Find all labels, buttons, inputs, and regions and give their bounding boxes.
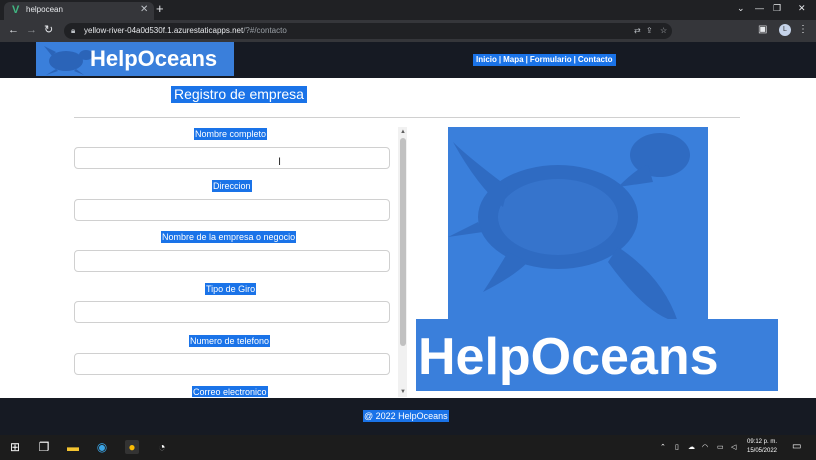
notifications-icon[interactable]: ▭ [792,441,801,452]
scroll-up-arrow-icon[interactable]: ▲ [400,129,406,135]
business-type-input[interactable] [74,301,390,323]
windows-start-icon[interactable]: ⊞ [8,440,22,454]
chrome-browser-icon[interactable]: ● [125,440,139,454]
divider [74,117,740,118]
nav-separator: | [573,55,576,64]
menu-kebab-icon[interactable]: ⋮ [798,24,808,36]
file-explorer-icon[interactable]: ▬ [66,440,80,454]
nav-link-inicio[interactable]: Inicio [476,55,497,64]
scroll-thumb[interactable] [400,138,406,346]
translate-icon[interactable]: ⇄ [634,26,641,35]
label-business-type: Tipo de Giro [205,283,257,295]
close-tab-icon[interactable]: ✕ [140,4,148,15]
clock-time: 09:12 p. m. [746,439,778,445]
bookmark-star-icon[interactable]: ☆ [660,26,667,35]
address-input[interactable] [74,199,390,221]
app-icon[interactable]: ◔ [155,440,169,454]
close-window-button[interactable]: ✕ [798,3,806,14]
top-nav: Inicio | Mapa | Formulario | Contacto [473,54,616,66]
label-full-name: Nombre completo [194,128,268,140]
lock-icon[interactable]: 🔒︎ [71,26,75,36]
volume-icon[interactable]: ◁ [731,443,736,451]
phone-input[interactable] [74,353,390,375]
full-name-input[interactable] [74,147,390,169]
browser-toolbar: ← → ↻ 🔒︎ yellow-river-04a0d530f.1.azures… [0,20,816,42]
reload-button[interactable]: ↻ [44,24,53,36]
registration-form: Nombre completo Direccion Nombre de la e… [74,125,410,397]
page-title: Registro de empresa [171,86,307,103]
label-email: Correo electronico [192,386,268,397]
tab-search-icon[interactable]: ⌄ [737,3,745,14]
text-cursor-icon: I [278,156,282,168]
form-scrollbar[interactable]: ▲ ▼ [398,127,407,397]
task-view-icon[interactable]: ❐ [37,440,51,454]
label-address: Direccion [212,180,252,192]
nav-link-contacto[interactable]: Contacto [578,55,613,64]
scroll-down-arrow-icon[interactable]: ▼ [400,389,406,395]
footer-copyright: @ 2022 HelpOceans [363,410,449,422]
side-panel-icon[interactable]: ▣ [758,24,767,36]
label-phone: Numero de telefono [189,335,271,347]
tray-expand-icon[interactable]: ⌃ [660,443,666,451]
nav-link-mapa[interactable]: Mapa [503,55,523,64]
profile-avatar[interactable]: L [779,24,791,36]
hero-title: HelpOceans [418,328,719,386]
site-footer: @ 2022 HelpOceans [0,398,816,435]
url-text[interactable]: yellow-river-04a0d530f.1.azurestaticapps… [84,26,287,35]
label-business-name: Nombre de la empresa o negocio [161,231,297,243]
site-logo[interactable]: HelpOceans [36,42,234,76]
maximize-button[interactable]: ❐ [773,3,781,14]
browser-tab-bar: V helpocean ✕ + ⌄ — ❐ ✕ [0,0,816,20]
forward-button[interactable]: → [26,24,37,36]
network-icon[interactable]: ▭ [717,443,724,451]
new-tab-button[interactable]: + [156,2,164,16]
turtle-logo-icon [44,46,93,75]
address-bar[interactable]: 🔒︎ yellow-river-04a0d530f.1.azurestatica… [64,23,672,39]
windows-taskbar: ⊞ ❐ ▬ ◉ ● ◔ ⌃ ▯ ☁ ◠ ▭ ◁ 09:12 p. m. 15/0… [0,435,816,460]
wifi-icon[interactable]: ◠ [702,443,708,451]
tab-title: helpocean [26,5,63,14]
battery-icon[interactable]: ▯ [675,443,679,451]
share-icon[interactable]: ⇪ [646,26,653,35]
nav-link-formulario[interactable]: Formulario [530,55,572,64]
site-logo-text: HelpOceans [90,46,218,71]
nav-separator: | [498,55,502,64]
minimize-button[interactable]: — [755,3,764,13]
clock-date: 15/05/2022 [746,448,778,454]
business-name-input[interactable] [74,250,390,272]
nav-separator: | [525,55,528,64]
browser-tab[interactable]: V helpocean ✕ [4,2,154,20]
back-button[interactable]: ← [8,24,19,36]
cloud-icon[interactable]: ☁ [688,443,695,451]
edge-browser-icon[interactable]: ◉ [95,440,109,454]
vue-logo-icon: V [12,4,20,16]
sea-turtle-icon [448,133,690,322]
hero-image [448,127,708,327]
taskbar-clock[interactable]: 09:12 p. m. 15/05/2022 [744,438,780,456]
site-header: HelpOceans Inicio | Mapa | Formulario | Contac… [0,42,816,78]
